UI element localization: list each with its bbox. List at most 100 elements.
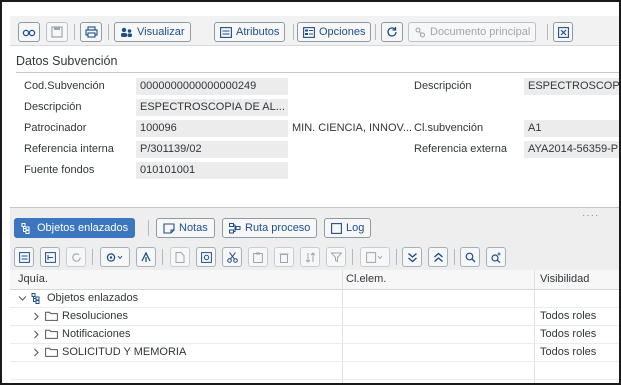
chevron-right-icon[interactable]: [32, 312, 41, 321]
tree-row-root[interactable]: Objetos enlazados: [10, 290, 619, 308]
visualizar-button[interactable]: Visualizar: [114, 22, 191, 42]
scissors-icon: [226, 251, 238, 263]
descripcion-field[interactable]: ESPECTROSCOPIA DE AL...: [136, 99, 288, 116]
patrocinador-field[interactable]: 100096: [136, 120, 288, 137]
tab-log[interactable]: Log: [324, 218, 372, 238]
patrocinador-name: MIN. CIENCIA, INNOV...: [292, 122, 413, 134]
column-header-visibilidad[interactable]: Visibilidad: [540, 273, 589, 285]
visualizar-label: Visualizar: [137, 26, 185, 38]
expand-all-button[interactable]: [402, 247, 422, 267]
search-next-icon: [490, 252, 500, 263]
find-button[interactable]: [460, 247, 480, 267]
chevron-right-icon[interactable]: [32, 348, 41, 357]
atributos-button[interactable]: Atributos: [214, 22, 286, 42]
tree-row-label: Resoluciones: [62, 310, 129, 322]
cod-subvencion-label: Cod.Subvención: [24, 80, 105, 92]
document-icon: [175, 251, 185, 263]
toolbar-separator: [396, 249, 397, 265]
layout-icon: [366, 251, 383, 263]
cod-subvencion-field[interactable]: 0000000000000000249: [136, 78, 288, 95]
tree-row[interactable]: SOLICITUD Y MEMORIA Todos roles: [10, 344, 619, 362]
document-tree-icon: [415, 26, 426, 38]
people-icon: [121, 27, 132, 37]
linked-objects-tree: Jquía. Cl.elem. Visibilidad Objetos enla…: [10, 270, 619, 383]
tree-row-label: Objetos enlazados: [47, 292, 139, 304]
tab-log-label: Log: [346, 222, 365, 234]
close-view-button[interactable]: [553, 22, 573, 42]
visibility-cell: Todos roles: [540, 346, 597, 358]
splitter-handle[interactable]: ····: [582, 210, 599, 221]
delete-button[interactable]: [274, 247, 294, 267]
fuente-fondos-field[interactable]: 010101001: [136, 162, 288, 179]
toolbar-separator: [547, 24, 548, 40]
display-icon: [200, 251, 212, 263]
paste-button[interactable]: [248, 247, 268, 267]
refresh-button[interactable]: [381, 22, 403, 42]
referencia-externa-field[interactable]: AYA2014-56359-P: [524, 141, 619, 158]
filter-button[interactable]: [326, 247, 346, 267]
toolbar-separator: [92, 249, 93, 265]
sort-button[interactable]: [300, 247, 320, 267]
new-document-button[interactable]: [170, 247, 190, 267]
display-document-button[interactable]: [196, 247, 216, 267]
fuente-fondos-label: Fuente fondos: [24, 164, 95, 176]
notes-icon: [163, 222, 175, 234]
visibility-cell: Todos roles: [540, 310, 597, 322]
tree-row[interactable]: Resoluciones Todos roles: [10, 308, 619, 326]
details-button[interactable]: [14, 247, 34, 267]
tab-notas[interactable]: Notas: [156, 218, 215, 238]
tab-ruta-label: Ruta proceso: [245, 222, 311, 234]
options-icon: [303, 26, 315, 38]
toolbar-separator: [74, 24, 75, 40]
column-header-jquia[interactable]: Jquía.: [18, 273, 48, 285]
process-route-icon: [229, 222, 241, 233]
double-chevron-down-icon: [407, 252, 417, 262]
main-toolbar: Visualizar Atributos Opciones Documento …: [10, 16, 619, 46]
filter-icon: [330, 252, 342, 262]
edit-display-button[interactable]: [18, 22, 40, 42]
toolbar-separator: [108, 24, 109, 40]
attributes-icon: [220, 26, 232, 38]
search-icon: [465, 252, 475, 262]
tab-separator: [148, 220, 149, 236]
clipboard-icon: [253, 252, 263, 263]
tab-objetos-label: Objetos enlazados: [37, 222, 129, 234]
documento-principal-label: Documento principal: [430, 26, 531, 38]
chevron-down-icon[interactable]: [18, 294, 27, 303]
glasses-pencil-icon: [22, 29, 36, 37]
descripcion-right-field[interactable]: ESPECTROSCOPI: [524, 78, 619, 95]
cl-subvencion-label: Cl.subvención: [414, 122, 484, 134]
double-chevron-up-icon: [433, 252, 443, 262]
save-button[interactable]: [46, 22, 68, 42]
close-box-icon: [557, 26, 569, 38]
tree-icon: [44, 251, 56, 263]
collapse-all-button[interactable]: [428, 247, 448, 267]
find-next-button[interactable]: [486, 247, 506, 267]
tab-notas-label: Notas: [179, 222, 208, 234]
refresh-icon: [387, 27, 397, 37]
referencia-interna-label: Referencia interna: [24, 143, 114, 155]
print-button[interactable]: [80, 22, 102, 42]
tree-row-label: SOLICITUD Y MEMORIA: [62, 346, 187, 358]
section-title: Datos Subvención: [16, 54, 118, 68]
toolbar-separator: [352, 249, 353, 265]
tab-objetos-enlazados[interactable]: Objetos enlazados: [14, 218, 136, 238]
tab-ruta-proceso[interactable]: Ruta proceso: [222, 218, 318, 238]
tree-row[interactable]: Notificaciones Todos roles: [10, 326, 619, 344]
cl-subvencion-field[interactable]: A1: [524, 120, 619, 137]
tree-row-label: Notificaciones: [62, 328, 131, 340]
cut-button[interactable]: [222, 247, 242, 267]
chevron-right-icon[interactable]: [32, 330, 41, 339]
documento-principal-button[interactable]: Documento principal: [408, 22, 537, 42]
settings-dropdown-button[interactable]: [100, 247, 130, 267]
trash-icon: [279, 253, 289, 263]
expand-tree-button[interactable]: [40, 247, 60, 267]
referencia-externa-label: Referencia externa: [414, 143, 507, 155]
opciones-button[interactable]: Opciones: [297, 22, 372, 42]
layout-dropdown-button[interactable]: [360, 247, 390, 267]
column-header-clelem[interactable]: Cl.elem.: [346, 273, 386, 285]
referencia-interna-field[interactable]: P/301139/02: [136, 141, 288, 158]
refresh-grid-button[interactable]: [66, 247, 86, 267]
create-object-button[interactable]: [136, 247, 156, 267]
sort-icon: [305, 251, 315, 263]
